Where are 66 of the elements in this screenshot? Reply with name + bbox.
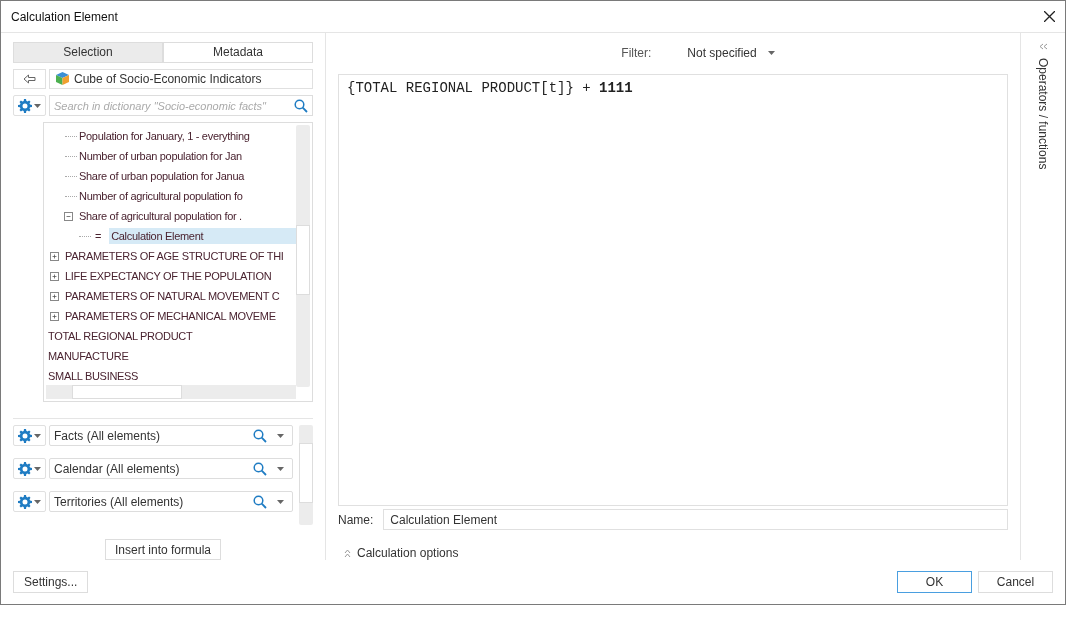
gear-icon: [18, 494, 32, 509]
vertical-scrollbar[interactable]: [296, 125, 310, 388]
tree-item[interactable]: LIFE EXPECTANCY OF THE POPULATION: [63, 268, 274, 285]
tree-item[interactable]: MANUFACTURE: [46, 348, 131, 365]
caret-icon: [34, 499, 41, 504]
caret-icon: [34, 433, 41, 438]
cube-selector[interactable]: Cube of Socio-Economic Indicators: [49, 68, 313, 90]
gear-icon: [18, 461, 32, 476]
tree-item[interactable]: Number of urban population for Jan: [77, 148, 244, 165]
dimension-selector[interactable]: Facts (All elements): [49, 425, 293, 447]
formula-editor[interactable]: {TOTAL REGIONAL PRODUCT[t]} + 1111: [338, 74, 1008, 506]
tree-item[interactable]: Population for January, 1 - everything: [77, 128, 252, 145]
tab[interactable]: Metadata: [163, 42, 313, 63]
search-icon[interactable]: [294, 98, 308, 113]
search-icon[interactable]: [253, 461, 267, 476]
dimension-selector[interactable]: Calendar (All elements): [49, 458, 293, 480]
cancel-button[interactable]: Cancel: [978, 571, 1053, 593]
tree-item[interactable]: Number of agricultural population fo: [77, 188, 245, 205]
tree-item[interactable]: PARAMETERS OF MECHANICAL MOVEME: [63, 308, 278, 325]
tree-item[interactable]: PARAMETERS OF AGE STRUCTURE OF THI: [63, 248, 286, 265]
caret-icon: [277, 466, 284, 471]
side-panel-title[interactable]: Operators / functions: [1036, 58, 1050, 170]
expand-icon[interactable]: [50, 311, 59, 321]
double-chevron-up-icon: [344, 548, 351, 558]
search-icon[interactable]: [253, 494, 267, 509]
settings-button[interactable]: Settings...: [13, 571, 89, 593]
name-label: Name:: [338, 512, 374, 527]
filter-label: Filter:: [621, 46, 652, 60]
tree-item[interactable]: SMALL BUSINESS: [46, 368, 141, 385]
caret-icon: [34, 103, 41, 108]
tab[interactable]: Selection: [13, 42, 163, 63]
collapse-icon[interactable]: [64, 211, 73, 221]
caret-icon: [277, 499, 284, 504]
insert-button[interactable]: Insert into formula: [104, 539, 221, 560]
cube-icon: [55, 71, 70, 87]
tree-item[interactable]: PARAMETERS OF NATURAL MOVEMENT C: [63, 288, 282, 305]
formula-icon: =: [95, 230, 102, 243]
tree-item[interactable]: Share of agricultural population for .: [77, 208, 244, 225]
search-field[interactable]: Search in dictionary "Socio-economic facts": [49, 95, 313, 117]
search-icon[interactable]: [253, 428, 267, 443]
back-button[interactable]: [13, 68, 46, 90]
settings-menu-button[interactable]: [13, 425, 46, 447]
vertical-scrollbar[interactable]: [299, 425, 313, 526]
settings-menu-button[interactable]: [13, 458, 46, 480]
gear-icon: [18, 98, 32, 113]
ok-button[interactable]: OK: [897, 571, 972, 593]
dimension-selector[interactable]: Territories (All elements): [49, 491, 293, 513]
expand-icon[interactable]: [50, 251, 59, 261]
calculation-options-toggle[interactable]: Calculation options: [344, 546, 459, 560]
caret-icon: [34, 466, 41, 471]
name-field[interactable]: Calculation Element: [383, 509, 1008, 530]
settings-menu-button[interactable]: [13, 95, 46, 117]
caret-icon: [767, 51, 775, 55]
gear-icon: [18, 428, 32, 443]
double-chevron-left-icon[interactable]: [1038, 43, 1048, 50]
close-icon[interactable]: [1044, 11, 1055, 22]
tree-item[interactable]: TOTAL REGIONAL PRODUCT: [46, 328, 195, 345]
settings-menu-button[interactable]: [13, 491, 46, 513]
caret-icon: [277, 433, 284, 438]
tree-item[interactable]: Share of urban population for Janua: [77, 168, 247, 185]
expand-icon[interactable]: [50, 271, 59, 281]
expand-icon[interactable]: [50, 291, 59, 301]
window-title: Calculation Element: [11, 9, 118, 24]
left-arrow-icon: [23, 73, 36, 84]
horizontal-scrollbar[interactable]: [46, 385, 296, 400]
filter-dropdown[interactable]: Not specified: [687, 46, 775, 60]
